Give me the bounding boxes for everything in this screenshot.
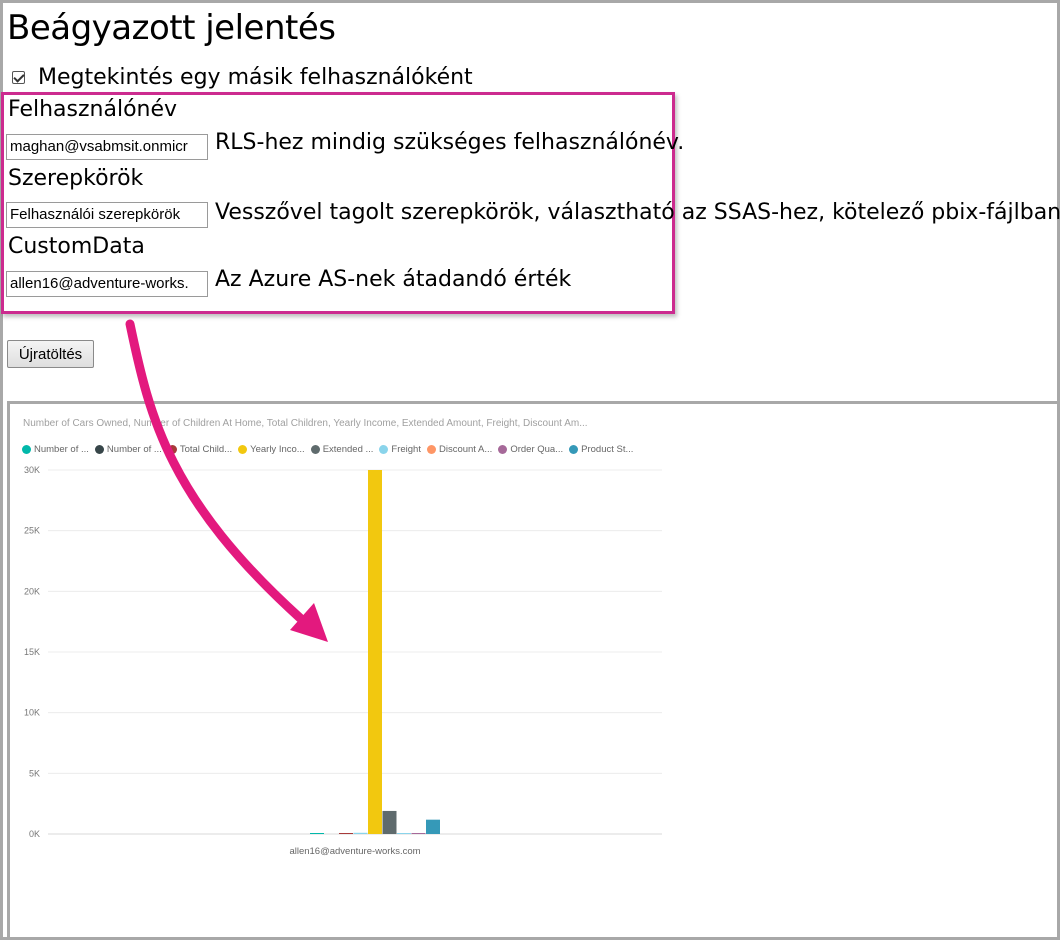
bar[interactable] [310, 833, 324, 834]
y-tick-label: 15K [24, 647, 40, 657]
y-tick-label: 30K [24, 465, 40, 475]
bar[interactable] [353, 832, 368, 834]
bar[interactable] [411, 833, 426, 834]
y-tick-label: 0K [29, 829, 40, 839]
bar[interactable] [339, 833, 353, 834]
x-category-label: allen16@adventure-works.com [289, 846, 420, 857]
bar[interactable] [382, 810, 397, 834]
bar[interactable] [426, 819, 440, 834]
y-tick-label: 10K [24, 708, 40, 718]
y-tick-label: 25K [24, 526, 40, 536]
y-tick-label: 20K [24, 586, 40, 596]
bar-chart[interactable]: 0K 5K 10K 15K 20K 25K 30K allen16@adventure-wor… [0, 0, 1060, 940]
bar[interactable] [397, 833, 411, 834]
y-tick-label: 5K [29, 768, 40, 778]
bar[interactable] [368, 470, 382, 834]
